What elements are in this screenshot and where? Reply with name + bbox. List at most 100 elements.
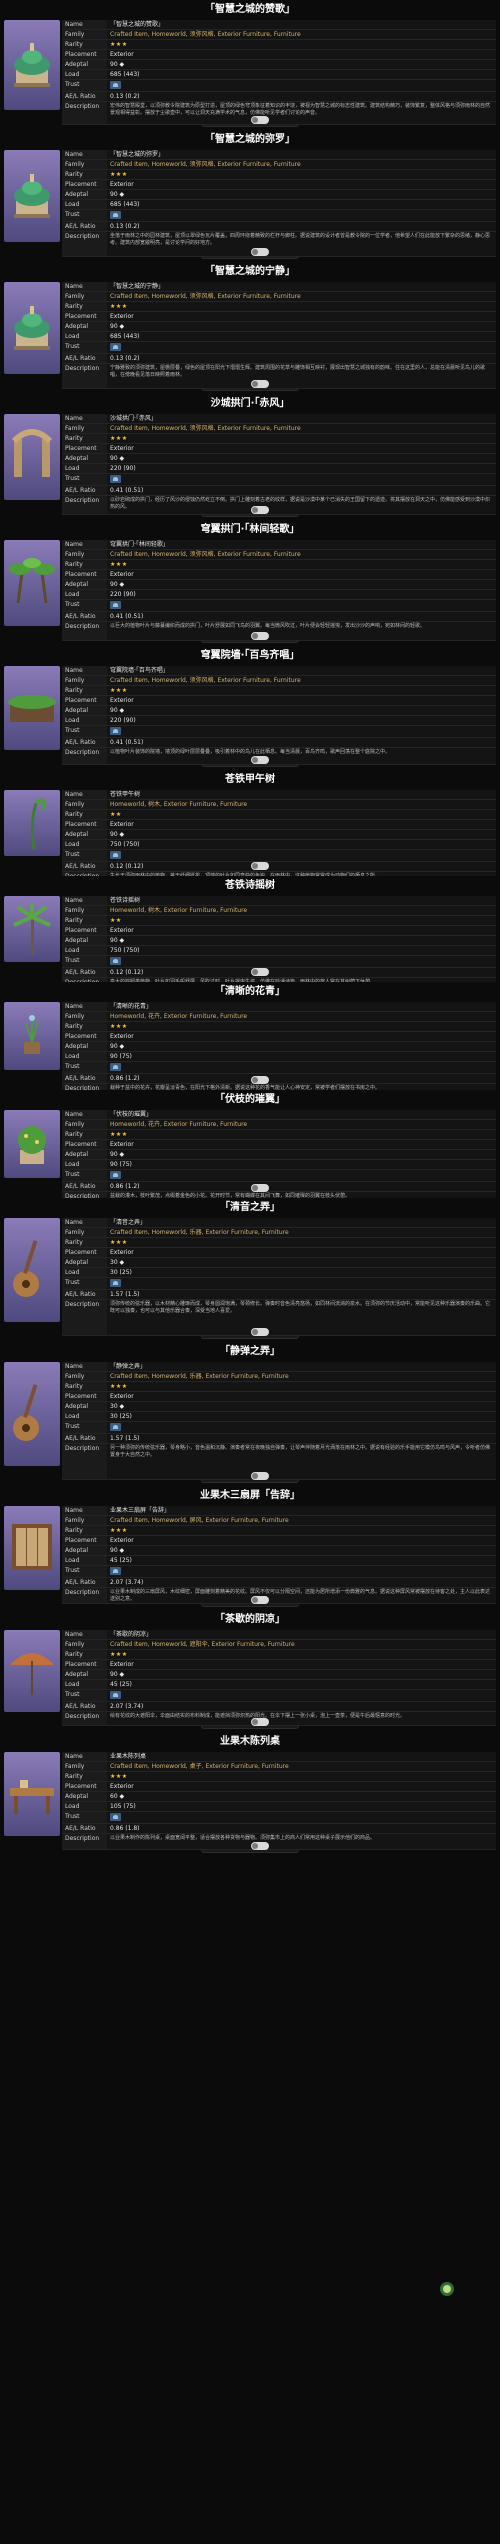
rarity-row-label: Rarity bbox=[62, 1382, 107, 1391]
ae-ratio-row-value: 0.13 (0.2) bbox=[110, 355, 140, 362]
name-row-cell: 「智慧之城的弥罗」 bbox=[107, 150, 496, 159]
trust-icon bbox=[110, 211, 121, 219]
name-row: Name 业果木三扇屏「告辞」 bbox=[62, 1506, 496, 1516]
load-row-value: 685 (443) bbox=[110, 333, 140, 340]
placement-row-label: Placement bbox=[62, 1140, 107, 1149]
placement-row-cell: Exterior bbox=[107, 1032, 496, 1041]
card-body: Name 穹翼院墙·「百鸟齐唱」 Family Crafted Item, Ho… bbox=[4, 666, 496, 765]
view-switch[interactable] bbox=[251, 1076, 270, 1084]
view-switch[interactable] bbox=[251, 1596, 270, 1604]
view-switch[interactable] bbox=[251, 248, 270, 256]
name-row-cell: 业果木三扇屏「告辞」 bbox=[107, 1506, 496, 1515]
item-thumbnail bbox=[4, 20, 60, 110]
rarity-row-label: Rarity bbox=[62, 1650, 107, 1659]
rarity-row: Rarity ★★★ bbox=[62, 1238, 496, 1248]
family-row-label: Family bbox=[62, 906, 107, 915]
view-switch[interactable] bbox=[251, 1718, 270, 1726]
family-value: Homeworld, 树木, Exterior Furniture, Furni… bbox=[110, 801, 248, 808]
card-body: Name 沙城拱门·「赤风」 Family Crafted Item, Home… bbox=[4, 414, 496, 515]
name-row-label: Name bbox=[62, 1002, 107, 1011]
view-switch[interactable] bbox=[251, 506, 270, 514]
description-row: Description 宁静雅致的须弥建筑，屋檐层叠，绿色的屋顶在阳光下熠熠生辉… bbox=[62, 364, 496, 389]
adeptal-energy-row-cell: 90 ◆ bbox=[107, 322, 496, 331]
load-row: Load 30 (25) bbox=[62, 1268, 496, 1278]
trust-row: Trust bbox=[62, 474, 496, 486]
view-switch[interactable] bbox=[251, 862, 270, 870]
adeptal-energy-row-label: Adeptal Energy bbox=[62, 1546, 107, 1555]
rarity-row: Rarity ★★★ bbox=[62, 560, 496, 570]
adeptal-energy-row: Adeptal Energy 90 ◆ bbox=[62, 706, 496, 716]
view-switch[interactable] bbox=[251, 380, 270, 388]
view-switch[interactable] bbox=[251, 1842, 270, 1850]
description-row-cell: 另一种须弥的传统弦乐器，琴身略小，音色温和沉静。演奏者常在夜晚独自弹奏，让琴声伴… bbox=[107, 1444, 496, 1479]
description-row: Description 宏伟的智慧殿堂，以须弥教令院建筑为原型打造，屋顶的绿色穹… bbox=[62, 102, 496, 125]
placement-row-cell: Exterior bbox=[107, 50, 496, 59]
load-row-cell: 685 (443) bbox=[107, 70, 496, 79]
trust-row: Trust bbox=[62, 1170, 496, 1182]
placement-row: Placement Exterior bbox=[62, 1392, 496, 1402]
ae-ratio-row-value: 2.07 (3.74) bbox=[110, 1703, 144, 1710]
name-row-cell: 穹翼拱门·「林间轻歌」 bbox=[107, 540, 496, 549]
placement-row: Placement Exterior bbox=[62, 50, 496, 60]
view-switch[interactable] bbox=[251, 968, 270, 976]
furniture-card: 沙城拱门·「赤风」 Name 沙城拱门·「赤风」 Family Crafted … bbox=[0, 394, 500, 520]
adeptal-energy-row-label: Adeptal Energy bbox=[62, 1042, 107, 1051]
name-row-cell: 「茶歇的阴凉」 bbox=[107, 1630, 496, 1639]
card-body: Name 苍铁诗摇树 Family Homeworld, 树木, Exterio… bbox=[4, 896, 496, 996]
adeptal-energy-row-label: Adeptal Energy bbox=[62, 1402, 107, 1411]
trust-row-label: Trust bbox=[62, 474, 107, 485]
name-row: Name 「清晰的花青」 bbox=[62, 1002, 496, 1012]
view-switch[interactable] bbox=[251, 1328, 270, 1336]
rarity-row: Rarity ★★★ bbox=[62, 1382, 496, 1392]
trust-icon bbox=[110, 475, 121, 483]
trust-icon bbox=[110, 727, 121, 735]
name-row-value: 「智慧之城的赞歌」 bbox=[110, 21, 165, 28]
info-table: Name 「智慧之城的宁静」 Family Crafted Item, Home… bbox=[62, 282, 496, 389]
family-value: Crafted Item, Homeworld, 乐器, Exterior Fu… bbox=[110, 1229, 289, 1236]
ae-ratio-row-cell: 0.13 (0.2) bbox=[107, 354, 496, 363]
name-row: Name 「智慧之城的宁静」 bbox=[62, 282, 496, 292]
description-row: Description 以植物叶片装饰的院墙，墙顶的绿叶层层叠叠，吸引着林中的鸟… bbox=[62, 748, 496, 765]
placement-row-value: Exterior bbox=[110, 571, 134, 578]
furniture-card: 苍铁诗摇树 Name 苍铁诗摇树 Family Homeworld, 树木, E… bbox=[0, 876, 500, 996]
furniture-card: 「清晰的花青」 Name 「清晰的花青」 Family Homeworld, 花… bbox=[0, 982, 500, 1104]
view-switch[interactable] bbox=[251, 116, 270, 124]
load-row-label: Load bbox=[62, 464, 107, 473]
name-row: Name 穹翼拱门·「林间轻歌」 bbox=[62, 540, 496, 550]
adeptal-energy-row-cell: 90 ◆ bbox=[107, 1150, 496, 1159]
load-row-cell: 45 (25) bbox=[107, 1680, 496, 1689]
rarity-row: Rarity ★★★ bbox=[62, 40, 496, 50]
family-row-label: Family bbox=[62, 30, 107, 39]
view-switch[interactable] bbox=[251, 1472, 270, 1480]
description-row: Description 以巨大的植物叶片与藤蔓编织而成的拱门，叶片舒展如同飞鸟的… bbox=[62, 622, 496, 641]
name-row-cell: 「智慧之城的宁静」 bbox=[107, 282, 496, 291]
adeptal-energy-row-value: 90 ◆ bbox=[110, 1043, 125, 1050]
item-thumbnail bbox=[4, 1506, 60, 1590]
name-row: Name 「智慧之城的弥罗」 bbox=[62, 150, 496, 160]
rarity-row-cell: ★★★ bbox=[107, 1772, 496, 1781]
furniture-card: 业果木三扇屏「告辞」 Name 业果木三扇屏「告辞」 Family Crafte… bbox=[0, 1486, 500, 1610]
load-row: Load 220 (90) bbox=[62, 464, 496, 474]
view-switch[interactable] bbox=[251, 632, 270, 640]
load-row-value: 45 (25) bbox=[110, 1681, 132, 1688]
adeptal-energy-row-cell: 90 ◆ bbox=[107, 1670, 496, 1679]
furniture-card-list: 「智慧之城的赞歌」 Name 「智慧之城的赞歌」 Family Crafted … bbox=[0, 0, 500, 1856]
family-row: Family Crafted Item, Homeworld, 屏风, Exte… bbox=[62, 1516, 496, 1526]
family-row: Family Crafted Item, Homeworld, 须弥风格, Ex… bbox=[62, 550, 496, 560]
rarity-row: Rarity ★★★ bbox=[62, 1772, 496, 1782]
info-table: Name 「智慧之城的赞歌」 Family Crafted Item, Home… bbox=[62, 20, 496, 125]
view-switch[interactable] bbox=[251, 756, 270, 764]
view-switch[interactable] bbox=[251, 1184, 270, 1192]
rarity-stars: ★★★ bbox=[110, 171, 128, 178]
rarity-stars: ★★★ bbox=[110, 41, 128, 48]
ae-ratio-row-cell: 0.13 (0.2) bbox=[107, 92, 496, 101]
rarity-row-cell: ★★ bbox=[107, 810, 496, 819]
family-row-cell: Crafted Item, Homeworld, 须弥风格, Exterior … bbox=[107, 424, 496, 433]
rarity-row-cell: ★★★ bbox=[107, 170, 496, 179]
ae-ratio-row-value: 0.12 (0.12) bbox=[110, 969, 144, 976]
name-row: Name 苍铁甲午树 bbox=[62, 790, 496, 800]
description-row-label: Description bbox=[62, 1444, 107, 1479]
family-row-label: Family bbox=[62, 676, 107, 685]
ae-ratio-row-value: 0.86 (1.2) bbox=[110, 1075, 140, 1082]
name-row-value: 「清音之弄」 bbox=[110, 1219, 147, 1226]
